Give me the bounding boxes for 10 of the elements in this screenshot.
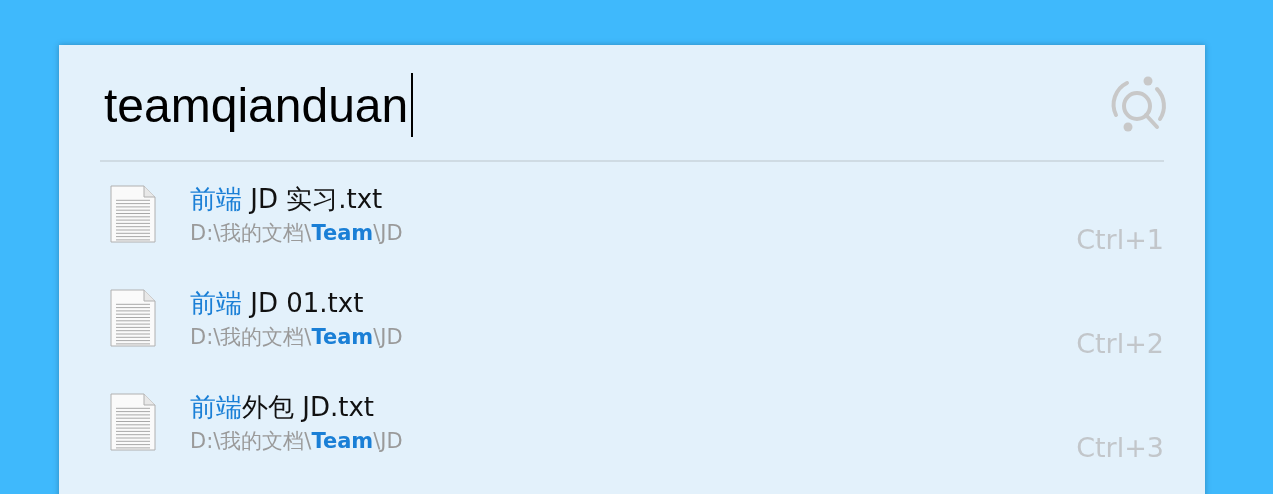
file-path: D:\我的文档\Team\JD bbox=[190, 219, 403, 247]
file-name[interactable]: 前端 JD 01.txt bbox=[190, 285, 364, 321]
file-path: D:\我的文档\Team\JD bbox=[190, 323, 403, 351]
file-path: D:\我的文档\Team\JD bbox=[190, 427, 403, 455]
text-file-icon bbox=[110, 185, 156, 243]
search-field[interactable]: teamqianduan bbox=[100, 73, 414, 137]
text-file-icon bbox=[110, 289, 156, 347]
file-name[interactable]: 前端 JD 实习.txt bbox=[190, 181, 383, 217]
file-name[interactable]: 前端外包 JD.txt bbox=[190, 389, 374, 425]
text-file-icon bbox=[110, 393, 156, 451]
